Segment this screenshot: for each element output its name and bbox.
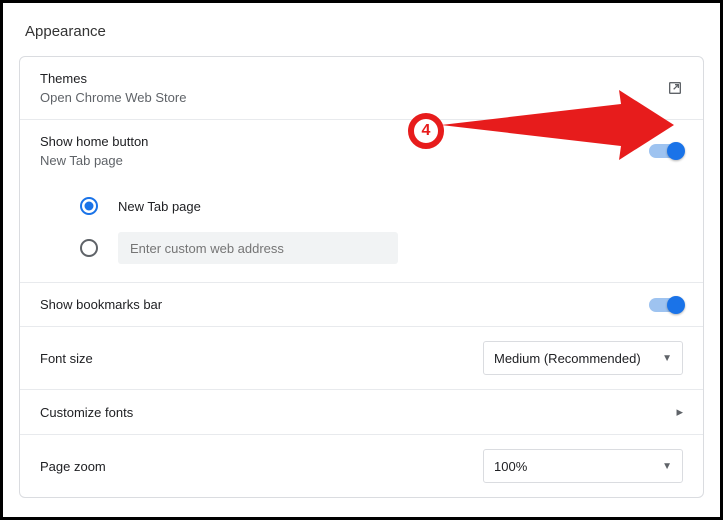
themes-title: Themes — [40, 71, 186, 86]
callout-badge: 4 — [408, 113, 444, 149]
page-zoom-value: 100% — [494, 459, 527, 474]
font-size-select[interactable]: Medium (Recommended) ▼ — [483, 341, 683, 375]
font-size-title: Font size — [40, 351, 93, 366]
arrow-icon — [441, 90, 674, 160]
home-option-newtab[interactable]: New Tab page — [80, 188, 683, 224]
font-size-row: Font size Medium (Recommended) ▼ — [20, 327, 703, 390]
page-zoom-title: Page zoom — [40, 459, 106, 474]
page-zoom-row: Page zoom 100% ▼ — [20, 435, 703, 497]
chevron-right-icon: ▸ — [676, 404, 683, 420]
show-home-title: Show home button — [40, 134, 148, 149]
dropdown-icon: ▼ — [662, 353, 672, 364]
home-option-newtab-label: New Tab page — [118, 199, 201, 214]
themes-subtitle: Open Chrome Web Store — [40, 90, 186, 105]
show-home-subtitle: New Tab page — [40, 153, 148, 168]
radio-icon — [80, 197, 98, 215]
customize-fonts-row[interactable]: Customize fonts ▸ — [20, 390, 703, 435]
radio-icon — [80, 239, 98, 257]
home-options: New Tab page — [20, 188, 703, 283]
font-size-value: Medium (Recommended) — [494, 351, 641, 366]
dropdown-icon: ▼ — [662, 461, 672, 472]
customize-fonts-title: Customize fonts — [40, 405, 133, 420]
section-title: Appearance — [25, 23, 704, 40]
bookmarks-toggle[interactable] — [649, 298, 683, 312]
callout-number: 4 — [422, 122, 431, 140]
show-bookmarks-row: Show bookmarks bar — [20, 283, 703, 327]
page-zoom-select[interactable]: 100% ▼ — [483, 449, 683, 483]
bookmarks-title: Show bookmarks bar — [40, 297, 162, 312]
home-option-custom[interactable] — [80, 230, 683, 266]
custom-url-input[interactable] — [118, 232, 398, 264]
